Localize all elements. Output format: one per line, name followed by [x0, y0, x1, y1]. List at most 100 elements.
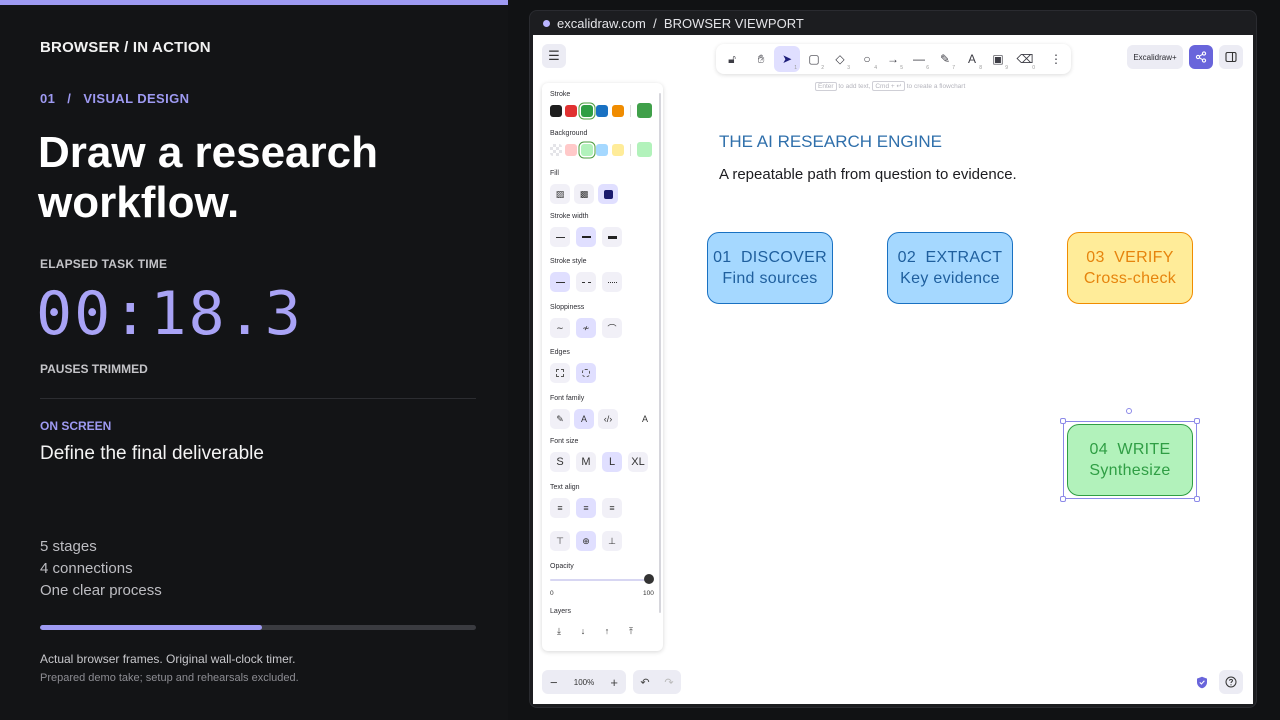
- rotation-handle[interactable]: [1126, 408, 1132, 414]
- bring-forward-button[interactable]: ↑: [597, 621, 617, 641]
- stroke-color-swatch[interactable]: [612, 105, 624, 117]
- main-menu-button[interactable]: ☰: [542, 44, 566, 68]
- resize-handle[interactable]: [1060, 418, 1066, 424]
- background-color-swatch[interactable]: [612, 144, 624, 156]
- ellipse-tool-button[interactable]: ○ 4: [854, 46, 880, 72]
- fill-hachure-button[interactable]: ▨: [550, 184, 570, 204]
- fill-crosshatch-button[interactable]: ▩: [574, 184, 594, 204]
- zoom-out-button[interactable]: −: [550, 675, 558, 690]
- sloppiness-architect-button[interactable]: ∼: [550, 318, 570, 338]
- text-tool-button[interactable]: A8: [959, 46, 985, 72]
- font-code-button[interactable]: ‹/›: [598, 409, 618, 429]
- redo-button[interactable]: ↷: [664, 676, 673, 689]
- line-tool-button[interactable]: —6: [906, 46, 932, 72]
- background-current-color[interactable]: [637, 142, 652, 157]
- diamond-tool-button[interactable]: ◇ 3: [827, 46, 853, 72]
- image-tool-button[interactable]: ▣ 9: [985, 46, 1011, 72]
- selection-box[interactable]: [1063, 421, 1197, 499]
- cartoonist-icon: ⌒: [607, 323, 617, 334]
- pencil-tool-button[interactable]: ✎ 7: [932, 46, 958, 72]
- background-color-swatch[interactable]: [581, 144, 593, 156]
- rectangle-tool-button[interactable]: ▢ 2: [801, 46, 827, 72]
- stage-verify[interactable]: 03 VERIFY Cross-check: [1067, 232, 1193, 304]
- font-normal-button[interactable]: A: [574, 409, 594, 429]
- pencil-icon: ✎: [939, 52, 951, 66]
- stroke-color-swatch[interactable]: [565, 105, 577, 117]
- canvas-subtitle[interactable]: A repeatable path from question to evide…: [719, 166, 1017, 183]
- help-button[interactable]: [1219, 670, 1243, 694]
- valign-top-button[interactable]: ⊤: [550, 531, 570, 551]
- zoom-in-button[interactable]: +: [610, 675, 618, 690]
- background-color-swatch[interactable]: [565, 144, 577, 156]
- arrow-up-icon: ↑: [604, 626, 610, 636]
- top-accent-bar: [0, 0, 508, 5]
- zoom-level[interactable]: 100%: [574, 678, 594, 687]
- stage-discover[interactable]: 01 DISCOVER Find sources: [707, 232, 833, 304]
- font-library-button[interactable]: A: [635, 409, 655, 429]
- progress-bar: [40, 625, 476, 630]
- on-screen-label: ON SCREEN: [40, 419, 112, 433]
- font-size-xl-button[interactable]: XL: [628, 452, 648, 472]
- undo-button[interactable]: ↶: [640, 676, 649, 689]
- opacity-label: Opacity: [550, 563, 574, 570]
- valign-middle-button[interactable]: ⊕: [576, 531, 596, 551]
- font-size-s-button[interactable]: S: [550, 452, 570, 472]
- selection-icon: ➤: [781, 52, 793, 66]
- excalidraw-plus-button[interactable]: Excalidraw+: [1127, 45, 1183, 69]
- arrow-tool-button[interactable]: → 5: [880, 46, 906, 72]
- tool-toolbar: 🔓︎ ✋︎ ➤ 1 ▢ 2 ◇ 3 ○ 4 → 5—6 ✎ 7 A 8 ▣ 9 ⌫ 0 ⋮: [716, 44, 1071, 74]
- resize-handle[interactable]: [1060, 496, 1066, 502]
- align-left-button[interactable]: ≡: [550, 498, 570, 518]
- shortcut-key: 1: [794, 65, 797, 71]
- valign-bottom-button[interactable]: ⊥: [602, 531, 622, 551]
- align-center-button[interactable]: ≡: [576, 498, 596, 518]
- bring-to-front-button[interactable]: ⤒: [621, 621, 641, 641]
- send-backward-button[interactable]: ↓: [573, 621, 593, 641]
- excalidraw-canvas[interactable]: ☰ 🔓︎ ✋︎ ➤ 1 ▢ 2 ◇ 3 ○ 4 → 5—6 ✎ 7 A 8 ▣ 9 ⌫ 0 ⋮ Enter to add…: [533, 35, 1253, 704]
- selection-tool-button[interactable]: ➤ 1: [774, 46, 800, 72]
- architect-icon: ∼: [556, 322, 564, 333]
- background-color-swatch[interactable]: [550, 144, 562, 156]
- hint-text: to create a flowchart: [906, 83, 966, 90]
- stroke-width-thin-button[interactable]: [550, 227, 570, 247]
- sloppiness-cartoonist-button[interactable]: ⌒: [602, 318, 622, 338]
- resize-handle[interactable]: [1194, 418, 1200, 424]
- background-color-swatch[interactable]: [596, 144, 608, 156]
- stroke-width-bold-button[interactable]: [576, 227, 596, 247]
- font-size-l-button[interactable]: L: [602, 452, 622, 472]
- resize-handle[interactable]: [1194, 496, 1200, 502]
- opacity-slider-thumb[interactable]: [644, 574, 654, 584]
- canvas-title[interactable]: THE AI RESEARCH ENGINE: [719, 132, 942, 152]
- swatch-divider: [630, 144, 631, 156]
- panel-scrollbar[interactable]: [659, 93, 661, 613]
- stroke-color-swatch[interactable]: [596, 105, 608, 117]
- font-hand-drawn-button[interactable]: ✎: [550, 409, 570, 429]
- align-right-button[interactable]: ≡: [602, 498, 622, 518]
- eraser-icon: ⌫: [1016, 52, 1034, 66]
- eraser-tool-button[interactable]: ⌫ 0: [1012, 46, 1038, 72]
- opacity-slider[interactable]: [550, 579, 650, 581]
- hand-tool-button[interactable]: ✋︎: [748, 46, 774, 72]
- stroke-width-extra-bold-button[interactable]: [602, 227, 622, 247]
- stroke-color-swatch[interactable]: [550, 105, 562, 117]
- edges-sharp-button[interactable]: [550, 363, 570, 383]
- shortcut-key: 0: [1032, 65, 1035, 71]
- more-tool-button[interactable]: ⋮: [1043, 46, 1069, 72]
- sidebar-toggle-button[interactable]: [1219, 45, 1243, 69]
- stroke-dashed-button[interactable]: [576, 272, 596, 292]
- share-button[interactable]: [1189, 45, 1213, 69]
- stroke-solid-button[interactable]: [550, 272, 570, 292]
- encryption-badge[interactable]: [1193, 673, 1211, 691]
- headline: Draw a research workflow.: [38, 128, 378, 227]
- shortcut-key: 6: [926, 65, 929, 71]
- lock-tool-button[interactable]: 🔓︎: [719, 46, 745, 72]
- stroke-current-color[interactable]: [637, 103, 652, 118]
- fill-solid-button[interactable]: [598, 184, 618, 204]
- font-size-m-button[interactable]: M: [576, 452, 596, 472]
- edges-round-button[interactable]: [576, 363, 596, 383]
- send-to-back-button[interactable]: ⤓: [549, 621, 569, 641]
- stroke-dotted-button[interactable]: [602, 272, 622, 292]
- sloppiness-artist-button[interactable]: ≁: [576, 318, 596, 338]
- stage-extract[interactable]: 02 EXTRACT Key evidence: [887, 232, 1013, 304]
- stroke-color-swatch[interactable]: [581, 105, 593, 117]
